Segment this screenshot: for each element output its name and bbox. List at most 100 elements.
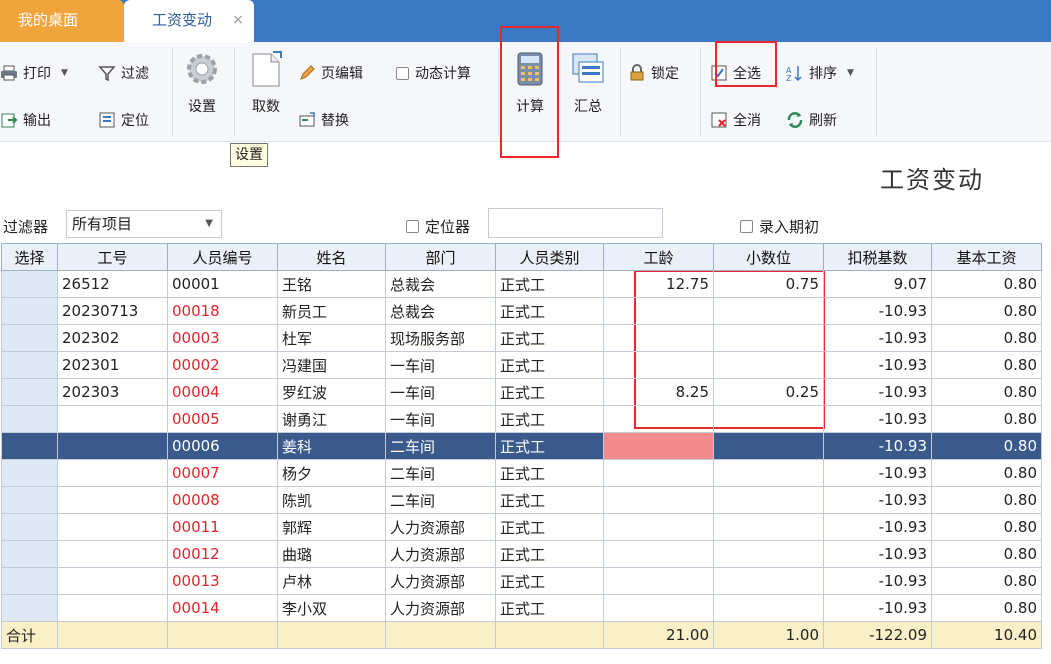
cell-cat[interactable]: 正式工 bbox=[495, 351, 604, 379]
checkbox-icon[interactable] bbox=[396, 66, 409, 80]
cell-emp-no[interactable]: 00004 bbox=[167, 378, 278, 406]
cell-sel[interactable] bbox=[1, 459, 58, 487]
cell-job-no[interactable]: 202301 bbox=[57, 351, 168, 379]
cell-seniority[interactable] bbox=[603, 432, 714, 460]
cell-decimal[interactable] bbox=[713, 432, 824, 460]
cell-cat[interactable]: 正式工 bbox=[495, 378, 604, 406]
cell-sel[interactable] bbox=[1, 297, 58, 325]
table-row[interactable]: 00006 姜科 二车间 正式工 -10.93 0.80 bbox=[1, 432, 1042, 460]
cell-sel[interactable] bbox=[1, 324, 58, 352]
fetch-button[interactable]: 取数 bbox=[244, 50, 288, 116]
cell-name[interactable]: 郭辉 bbox=[277, 513, 386, 541]
cell-sel[interactable] bbox=[1, 351, 58, 379]
cell-decimal[interactable] bbox=[713, 513, 824, 541]
cell-job-no[interactable] bbox=[57, 459, 168, 487]
column-header[interactable]: 工龄 bbox=[603, 243, 714, 271]
column-header[interactable]: 扣税基数 bbox=[823, 243, 932, 271]
cell-seniority[interactable]: 8.25 bbox=[603, 378, 714, 406]
locate-button[interactable]: 定位 bbox=[98, 110, 149, 130]
cell-emp-no[interactable]: 00005 bbox=[167, 405, 278, 433]
table-row[interactable]: 00013 卢林 人力资源部 正式工 -10.93 0.80 bbox=[1, 567, 1042, 595]
cell-name[interactable]: 曲璐 bbox=[277, 540, 386, 568]
table-row[interactable]: 00008 陈凯 二车间 正式工 -10.93 0.80 bbox=[1, 486, 1042, 514]
cell-base-pay[interactable]: 0.80 bbox=[931, 351, 1042, 379]
cell-decimal[interactable] bbox=[713, 486, 824, 514]
cell-decimal[interactable] bbox=[713, 351, 824, 379]
cell-name[interactable]: 陈凯 bbox=[277, 486, 386, 514]
cell-sel[interactable] bbox=[1, 405, 58, 433]
cell-base-pay[interactable]: 0.80 bbox=[931, 324, 1042, 352]
sort-button[interactable]: AZ 排序 ▼ bbox=[786, 63, 854, 83]
cell-name[interactable]: 杜军 bbox=[277, 324, 386, 352]
cell-decimal[interactable] bbox=[713, 540, 824, 568]
cell-job-no[interactable] bbox=[57, 432, 168, 460]
cell-decimal[interactable]: 0.25 bbox=[713, 378, 824, 406]
lock-button[interactable]: 锁定 bbox=[628, 63, 679, 83]
table-row[interactable]: 202303 00004 罗红波 一车间 正式工 8.25 0.25 -10.93 0.80 bbox=[1, 378, 1042, 406]
print-button[interactable]: 打印 ▼ bbox=[0, 63, 68, 83]
table-row[interactable]: 00011 郭辉 人力资源部 正式工 -10.93 0.80 bbox=[1, 513, 1042, 541]
cell-base-pay[interactable]: 0.80 bbox=[931, 432, 1042, 460]
locator-input[interactable] bbox=[488, 208, 663, 238]
cell-decimal[interactable] bbox=[713, 324, 824, 352]
cell-cat[interactable]: 正式工 bbox=[495, 540, 604, 568]
table-row[interactable]: 202302 00003 杜军 现场服务部 正式工 -10.93 0.80 bbox=[1, 324, 1042, 352]
cell-seniority[interactable] bbox=[603, 486, 714, 514]
column-header[interactable]: 小数位 bbox=[713, 243, 824, 271]
deselect-all-button[interactable]: 全消 bbox=[710, 110, 761, 130]
column-header[interactable]: 基本工资 bbox=[931, 243, 1042, 271]
cell-sel[interactable] bbox=[1, 432, 58, 460]
cell-decimal[interactable] bbox=[713, 594, 824, 622]
cell-cat[interactable]: 正式工 bbox=[495, 594, 604, 622]
column-header[interactable]: 人员类别 bbox=[495, 243, 604, 271]
cell-decimal[interactable] bbox=[713, 567, 824, 595]
cell-dept[interactable]: 二车间 bbox=[385, 486, 496, 514]
cell-base-pay[interactable]: 0.80 bbox=[931, 270, 1042, 298]
cell-cat[interactable]: 正式工 bbox=[495, 270, 604, 298]
cell-dept[interactable]: 人力资源部 bbox=[385, 513, 496, 541]
cell-job-no[interactable]: 20230713 bbox=[57, 297, 168, 325]
cell-seniority[interactable] bbox=[603, 540, 714, 568]
cell-job-no[interactable]: 26512 bbox=[57, 270, 168, 298]
column-header[interactable]: 部门 bbox=[385, 243, 496, 271]
cell-job-no[interactable] bbox=[57, 540, 168, 568]
cell-job-no[interactable]: 202303 bbox=[57, 378, 168, 406]
cell-name[interactable]: 冯建国 bbox=[277, 351, 386, 379]
column-header[interactable]: 人员编号 bbox=[167, 243, 278, 271]
cell-sel[interactable] bbox=[1, 270, 58, 298]
cell-emp-no[interactable]: 00001 bbox=[167, 270, 278, 298]
cell-base-pay[interactable]: 0.80 bbox=[931, 567, 1042, 595]
cell-cat[interactable]: 正式工 bbox=[495, 297, 604, 325]
cell-name[interactable]: 谢勇江 bbox=[277, 405, 386, 433]
chevron-down-icon[interactable]: ▼ bbox=[847, 68, 854, 78]
cell-name[interactable]: 新员工 bbox=[277, 297, 386, 325]
cell-emp-no[interactable]: 00003 bbox=[167, 324, 278, 352]
table-row[interactable]: 20230713 00018 新员工 总裁会 正式工 -10.93 0.80 bbox=[1, 297, 1042, 325]
cell-name[interactable]: 王铭 bbox=[277, 270, 386, 298]
cell-seniority[interactable] bbox=[603, 405, 714, 433]
cell-base-pay[interactable]: 0.80 bbox=[931, 405, 1042, 433]
tab-my-desktop[interactable]: 我的桌面 bbox=[0, 0, 124, 42]
cell-tax-base[interactable]: -10.93 bbox=[823, 378, 932, 406]
cell-dept[interactable]: 一车间 bbox=[385, 405, 496, 433]
cell-seniority[interactable]: 12.75 bbox=[603, 270, 714, 298]
cell-emp-no[interactable]: 00018 bbox=[167, 297, 278, 325]
cell-tax-base[interactable]: -10.93 bbox=[823, 486, 932, 514]
cell-cat[interactable]: 正式工 bbox=[495, 567, 604, 595]
cell-dept[interactable]: 二车间 bbox=[385, 459, 496, 487]
cell-name[interactable]: 卢林 bbox=[277, 567, 386, 595]
cell-tax-base[interactable]: -10.93 bbox=[823, 540, 932, 568]
cell-tax-base[interactable]: -10.93 bbox=[823, 324, 932, 352]
cell-tax-base[interactable]: -10.93 bbox=[823, 567, 932, 595]
cell-job-no[interactable] bbox=[57, 513, 168, 541]
table-row[interactable]: 26512 00001 王铭 总裁会 正式工 12.75 0.75 9.07 0.80 bbox=[1, 270, 1042, 298]
cell-base-pay[interactable]: 0.80 bbox=[931, 594, 1042, 622]
cell-job-no[interactable] bbox=[57, 486, 168, 514]
table-row[interactable]: 00007 杨夕 二车间 正式工 -10.93 0.80 bbox=[1, 459, 1042, 487]
cell-dept[interactable]: 总裁会 bbox=[385, 270, 496, 298]
cell-emp-no[interactable]: 00002 bbox=[167, 351, 278, 379]
cell-base-pay[interactable]: 0.80 bbox=[931, 540, 1042, 568]
cell-seniority[interactable] bbox=[603, 513, 714, 541]
cell-tax-base[interactable]: -10.93 bbox=[823, 459, 932, 487]
cell-decimal[interactable] bbox=[713, 405, 824, 433]
